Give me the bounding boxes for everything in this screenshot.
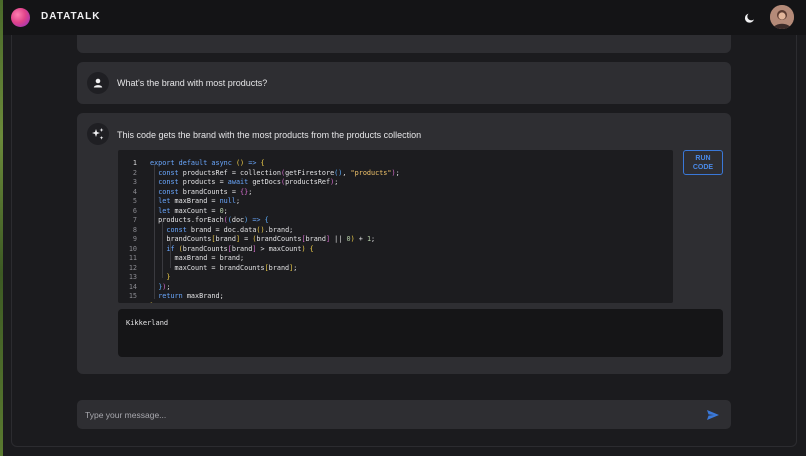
app-logo	[11, 8, 30, 27]
sparkle-icon	[87, 123, 109, 145]
code-output: Kikkerland	[118, 309, 723, 357]
moon-icon[interactable]	[744, 10, 758, 24]
code-editor[interactable]: 1 export default async () => { 2 const pr…	[118, 150, 673, 303]
code-line: 14 });	[128, 282, 171, 291]
message-composer	[77, 400, 731, 429]
code-line: 6 let maxCount = 0;	[132, 206, 228, 215]
code-line: 7 products.forEach((doc) => {	[132, 216, 269, 224]
previous-message	[77, 35, 731, 53]
code-line: 9 brandCounts[brand] = (brandCounts[bran…	[132, 235, 376, 243]
run-code-label-line2: CODE	[692, 164, 714, 171]
code-line: 10 if (brandCounts[brand] > maxCount) {	[128, 244, 314, 253]
user-message-text: What's the brand with most products?	[117, 78, 268, 88]
window-edge	[0, 0, 3, 456]
code-line: 16}	[118, 294, 673, 304]
person-icon	[87, 72, 109, 94]
code-line: 3 const products = await getDocs(product…	[132, 178, 339, 186]
user-avatar[interactable]	[770, 5, 794, 29]
code-line: 2 const productsRef = collection(getFire…	[132, 168, 400, 177]
message-input[interactable]	[85, 407, 685, 423]
code-line: 12 maxCount = brandCounts[brand];	[128, 263, 298, 272]
user-message: What's the brand with most products?	[77, 62, 731, 104]
code-line: 4 const brandCounts = {};	[132, 187, 253, 196]
app-header: DATATALK	[3, 0, 806, 35]
code-line: 13 }	[128, 273, 171, 281]
code-line: 8 const brand = doc.data().brand;	[132, 225, 294, 234]
code-line: 15 return maxBrand;	[128, 292, 224, 300]
code-line: 11 maxBrand = brand;	[128, 254, 245, 262]
code-line: 1 export default async () => {	[132, 159, 265, 167]
code-line: 5 let maxBrand = null;	[132, 197, 241, 205]
assistant-message-text: This code gets the brand with the most p…	[117, 130, 422, 140]
send-icon[interactable]	[706, 408, 720, 420]
app-title: DATATALK	[41, 11, 101, 22]
run-code-button[interactable]: RUN CODE	[683, 150, 723, 175]
run-code-label-line1: RUN	[695, 155, 711, 162]
